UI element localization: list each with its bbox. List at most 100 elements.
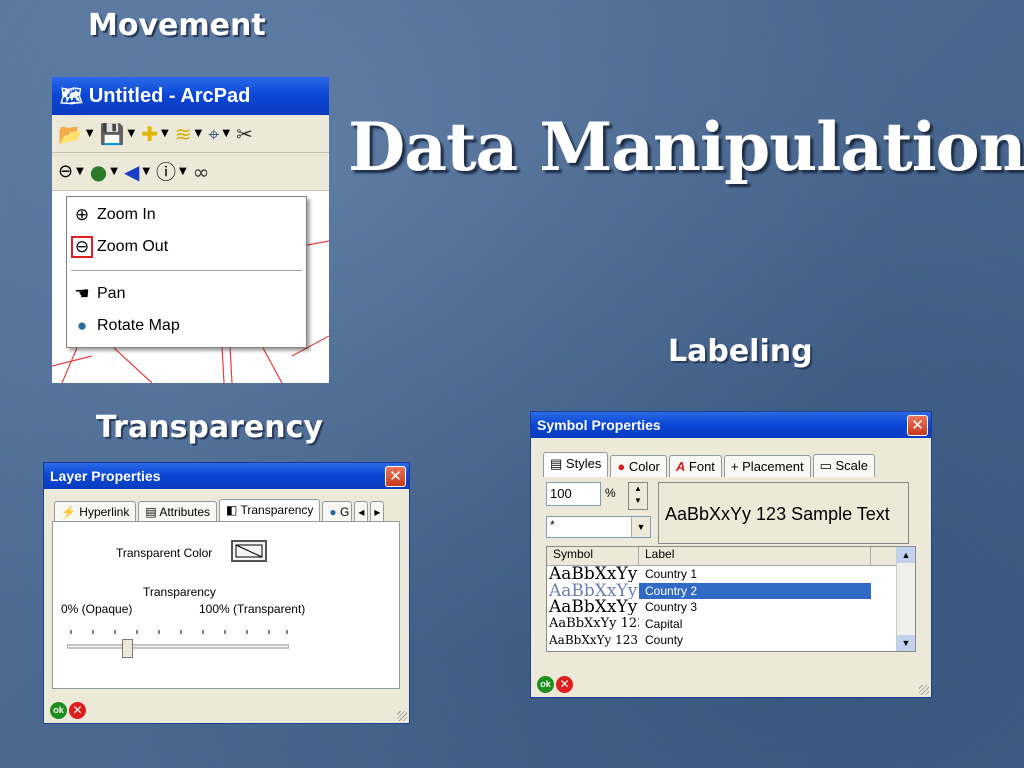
list-icon: ▤: [550, 456, 563, 471]
table-row[interactable]: AaBbXxYy 123 S County: [547, 632, 915, 649]
tab-transparency[interactable]: ◧ Transparency: [219, 499, 321, 522]
chevron-down-icon[interactable]: ▼: [179, 166, 187, 177]
resize-grip[interactable]: [919, 685, 929, 695]
tab-font[interactable]: A Font: [668, 455, 722, 477]
tab-attributes[interactable]: ▤ Attributes: [138, 501, 218, 522]
chevron-down-icon[interactable]: ▼: [110, 166, 118, 177]
chevron-down-icon[interactable]: ▼: [128, 128, 136, 139]
transparency-slider[interactable]: [66, 630, 290, 660]
cancel-button[interactable]: ✕: [556, 676, 573, 693]
arcpad-toolbar-2: ⊖ ▼ ● ▼ ◀ ▼ ⓘ ▼ ∞: [52, 153, 329, 191]
tab-scroll-right[interactable]: ▸: [370, 501, 385, 522]
menu-item-zoom-in[interactable]: ⊕ Zoom In: [71, 204, 156, 226]
tab-label: Font: [688, 459, 715, 474]
table-row[interactable]: AaBbXxYy Country 1: [547, 566, 915, 583]
chevron-down-icon[interactable]: ▼: [194, 128, 202, 139]
list-header: Symbol Label: [547, 547, 915, 566]
symbol-sample: AaBbXxYy 123 S: [549, 633, 639, 648]
ok-button[interactable]: ok: [50, 702, 67, 719]
labeling-label: Labeling: [668, 334, 813, 369]
column-header-symbol[interactable]: Symbol: [547, 547, 639, 565]
chevron-down-icon[interactable]: ▼: [222, 128, 230, 139]
transparent-color-picker[interactable]: [231, 540, 267, 562]
chevron-down-icon[interactable]: ▼: [631, 517, 650, 537]
tab-label: Placement: [742, 459, 804, 474]
size-input[interactable]: 100: [546, 482, 601, 506]
label-cell: Country 1: [645, 567, 698, 582]
back-arrow-icon[interactable]: ◀: [124, 162, 139, 182]
size-spinner[interactable]: ▲ ▼: [628, 482, 648, 510]
tab-color[interactable]: ● Color: [610, 455, 667, 477]
arcpad-window: 🗺 Untitled - ArcPad 📂 ▼ 💾 ▼ ✚ ▼ ≋ ▼ ⌖ ▼ ✂ ⊖ ▼ …: [52, 77, 329, 383]
menu-item-zoom-out[interactable]: ⊖ Zoom Out: [71, 236, 168, 258]
list-rows: AaBbXxYy Country 1 AaBbXxYy Country 2 AaBbXx…: [547, 566, 915, 649]
transparent-color-label: Transparent Color: [116, 546, 213, 560]
menu-item-pan[interactable]: ☚ Pan: [71, 283, 125, 305]
tools-icon[interactable]: ✂: [236, 124, 253, 144]
tab-styles[interactable]: ▤ Styles: [543, 452, 609, 477]
layer-properties-window: Layer Properties ✕ ⚡ Hyperlink ▤ Attribu…: [43, 462, 410, 724]
label-cell: Capital: [645, 616, 683, 631]
add-layer-icon[interactable]: ✚: [141, 124, 158, 144]
arcpad-app-icon: 🗺: [60, 85, 83, 106]
menu-item-rotate-map[interactable]: ● Rotate Map: [71, 315, 180, 337]
tab-label: Attributes: [159, 505, 211, 519]
chevron-down-icon[interactable]: ▼: [86, 128, 94, 139]
slider-ticks: [66, 630, 290, 649]
tab-hyperlink[interactable]: ⚡ Hyperlink: [54, 501, 137, 522]
resize-grip[interactable]: [397, 711, 407, 721]
chevron-down-icon[interactable]: ▼: [76, 166, 84, 177]
cancel-button[interactable]: ✕: [69, 702, 86, 719]
symbol-properties-window: Symbol Properties ✕ ▤ Styles ● Color A F…: [530, 411, 932, 698]
styles-panel: 100 % ▲ ▼ * ▼ AaBbXxYy 123 Sample Text Sy…: [541, 478, 919, 654]
menu-item-label: Zoom In: [97, 206, 156, 223]
label-cell: Country 2: [639, 582, 871, 599]
chevron-up-icon[interactable]: ▲: [897, 547, 915, 563]
tab-g[interactable]: ● G: [322, 501, 353, 522]
table-icon: ▤: [145, 505, 157, 519]
dialog-buttons: ok ✕: [50, 702, 86, 719]
arcpad-titlebar[interactable]: 🗺 Untitled - ArcPad: [52, 77, 329, 115]
close-icon[interactable]: ✕: [385, 466, 406, 487]
symbol-properties-tabs: ▤ Styles ● Color A Font + Placement ▭ Sc…: [543, 452, 923, 477]
style-select[interactable]: * ▼: [546, 516, 651, 538]
info-icon[interactable]: ⓘ: [156, 162, 176, 182]
percent-label: %: [605, 486, 616, 500]
tab-label: G: [340, 505, 350, 519]
tab-placement[interactable]: + Placement: [723, 455, 811, 477]
column-header-label[interactable]: Label: [639, 547, 871, 565]
layer-properties-titlebar[interactable]: Layer Properties ✕: [44, 463, 409, 489]
arcpad-window-title: Untitled - ArcPad: [88, 84, 251, 107]
binoculars-icon[interactable]: ∞: [193, 162, 210, 182]
symbol-sample: AaBbXxYy: [547, 582, 639, 599]
save-icon[interactable]: 💾: [100, 124, 125, 144]
ok-button[interactable]: ok: [537, 676, 554, 693]
table-row[interactable]: AaBbXxYy Country 2: [547, 582, 915, 600]
zoom-out-icon: ⊖: [71, 236, 93, 258]
placement-icon: +: [730, 459, 739, 474]
globe-icon: ●: [329, 505, 337, 519]
slider-min-label: 0% (Opaque): [61, 602, 133, 616]
close-icon[interactable]: ✕: [907, 415, 928, 436]
symbol-properties-title: Symbol Properties: [537, 417, 661, 433]
chevron-down-icon[interactable]: ▼: [161, 128, 169, 139]
slide-title: Data Manipulation: [348, 108, 1024, 186]
color-swatch-icon: [235, 544, 263, 558]
table-row[interactable]: AaBbXxYy Country 3: [547, 599, 915, 616]
menu-item-label: Zoom Out: [97, 238, 169, 255]
symbol-sample: AaBbXxYy: [549, 566, 638, 583]
zoom-out-icon[interactable]: ⊖: [58, 161, 73, 182]
open-folder-icon[interactable]: 📂: [58, 124, 83, 144]
layers-icon[interactable]: ≋: [175, 124, 192, 144]
globe-icon[interactable]: ●: [90, 162, 107, 182]
chevron-down-icon[interactable]: ▼: [897, 635, 915, 651]
symbol-properties-titlebar[interactable]: Symbol Properties ✕: [531, 412, 931, 438]
tab-scroll-left[interactable]: ◂: [354, 501, 369, 522]
chevron-down-icon[interactable]: ▼: [142, 166, 150, 177]
list-scrollbar[interactable]: ▲ ▼: [896, 547, 915, 651]
tab-scale[interactable]: ▭ Scale: [812, 454, 876, 477]
dialog-buttons: ok ✕: [537, 676, 573, 693]
gps-icon[interactable]: ⌖: [208, 124, 219, 144]
slider-thumb[interactable]: [122, 639, 134, 658]
table-row[interactable]: AaBbXxYy 123 Capital: [547, 616, 915, 633]
